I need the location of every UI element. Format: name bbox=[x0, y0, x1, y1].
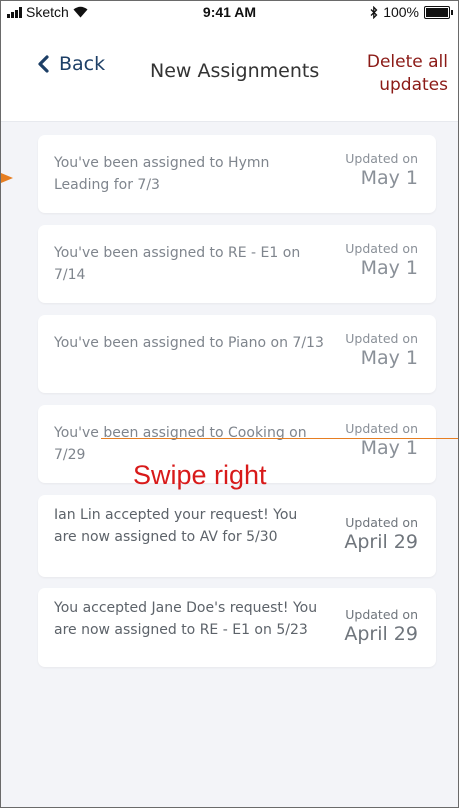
updated-date: April 29 bbox=[344, 623, 418, 645]
status-bar: Sketch 9:41 AM 100% bbox=[1, 1, 458, 23]
delete-all-button[interactable]: Delete all updates bbox=[348, 51, 448, 97]
updated-label: Updated on bbox=[345, 607, 418, 622]
swipe-annotation: Swipe right bbox=[133, 460, 267, 490]
phone-screen: Sketch 9:41 AM 100% Back New Assignments… bbox=[0, 0, 459, 808]
nav-bar: Back New Assignments Delete all updates bbox=[1, 23, 458, 122]
updated-label: Updated on bbox=[345, 241, 418, 256]
bluetooth-icon bbox=[370, 5, 378, 19]
list-item[interactable]: Ian Lin accepted your request! You are n… bbox=[38, 495, 436, 577]
item-updated: Updated on May 1 bbox=[318, 331, 418, 369]
battery-icon bbox=[424, 5, 453, 19]
updated-label: Updated on bbox=[345, 151, 418, 166]
page-title: New Assignments bbox=[150, 60, 320, 82]
updated-label: Updated on bbox=[345, 421, 418, 436]
chevron-left-icon bbox=[38, 55, 49, 73]
updated-date: May 1 bbox=[360, 437, 418, 459]
item-message: You've been assigned to RE - E1 on 7/14 bbox=[54, 245, 301, 283]
item-updated: Updated on May 1 bbox=[318, 241, 418, 279]
item-message: You accepted Jane Doe's request! You are… bbox=[54, 600, 318, 638]
item-message: You've been assigned to Piano on 7/13 bbox=[54, 335, 324, 351]
list-item[interactable]: You accepted Jane Doe's request! You are… bbox=[38, 588, 436, 667]
arrow-right-icon bbox=[1, 173, 13, 183]
list-item[interactable]: You've been assigned to RE - E1 on 7/14 … bbox=[38, 225, 436, 303]
swipe-indicator-line bbox=[101, 438, 458, 439]
battery-percent: 100% bbox=[383, 4, 419, 20]
back-button[interactable]: Back bbox=[37, 53, 105, 75]
item-updated: Updated on April 29 bbox=[318, 515, 418, 553]
back-label: Back bbox=[59, 53, 106, 75]
updated-date: May 1 bbox=[360, 167, 418, 189]
list-item[interactable]: You've been assigned to Piano on 7/13 Up… bbox=[38, 315, 436, 393]
item-updated: Updated on May 1 bbox=[318, 151, 418, 189]
list-item[interactable]: You've been assigned to Hymn Leading for… bbox=[38, 135, 436, 213]
item-updated: Updated on May 1 bbox=[318, 421, 418, 459]
updated-date: May 1 bbox=[360, 257, 418, 279]
updated-label: Updated on bbox=[345, 515, 418, 530]
item-message: You've been assigned to Hymn Leading for… bbox=[54, 155, 270, 193]
updated-date: April 29 bbox=[344, 531, 418, 553]
updated-label: Updated on bbox=[345, 331, 418, 346]
updated-date: May 1 bbox=[360, 347, 418, 369]
status-right: 100% bbox=[370, 4, 453, 20]
item-message: Ian Lin accepted your request! You are n… bbox=[54, 507, 298, 545]
item-updated: Updated on April 29 bbox=[318, 607, 418, 645]
